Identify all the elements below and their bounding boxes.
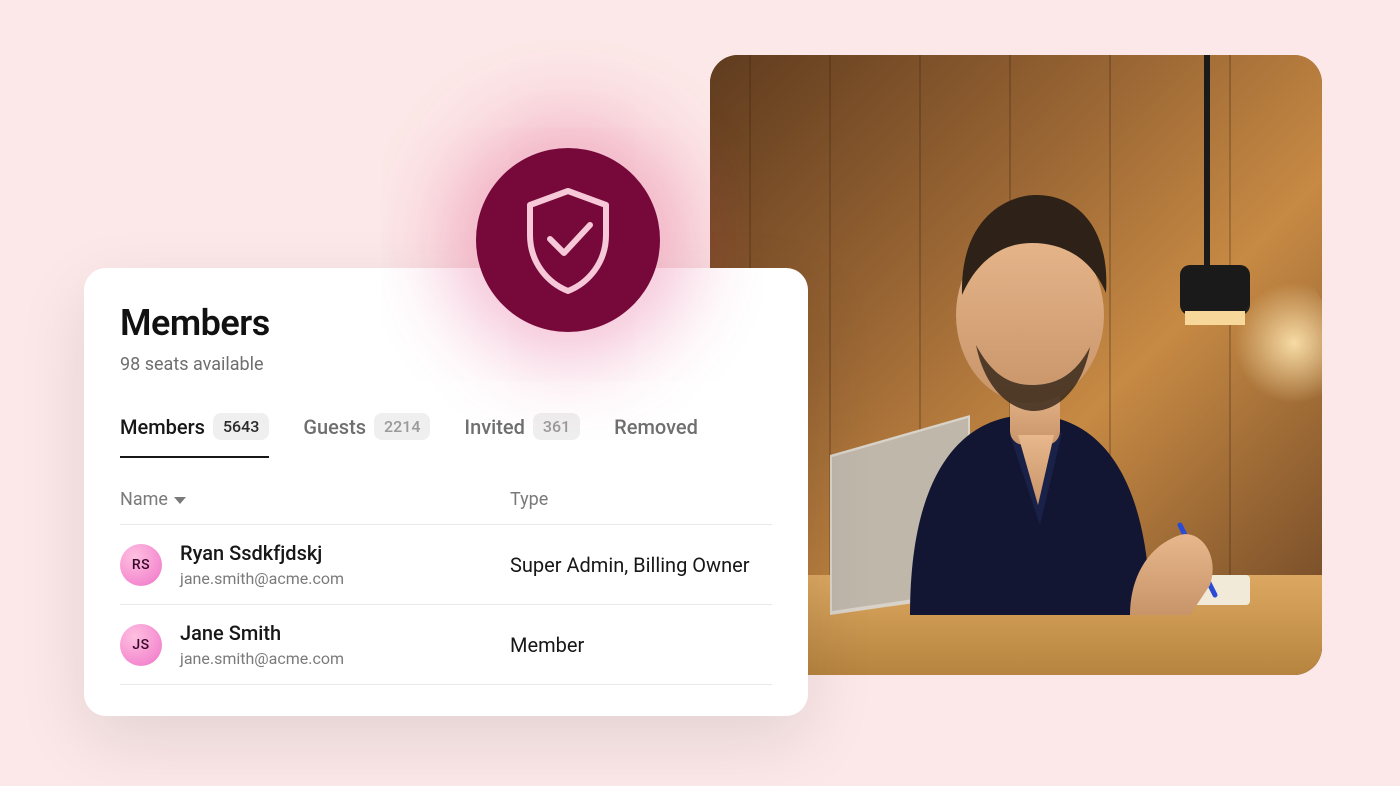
cell-name: RS Ryan Ssdkfjdskj jane.smith@acme.com [120, 541, 510, 588]
column-label: Name [120, 489, 168, 510]
member-name: Ryan Ssdkfjdskj [180, 541, 344, 565]
avatar: RS [120, 544, 162, 586]
column-header-name[interactable]: Name [120, 489, 510, 510]
member-name: Jane Smith [180, 621, 344, 645]
member-email: jane.smith@acme.com [180, 569, 344, 588]
avatar: JS [120, 624, 162, 666]
shield-check-icon [476, 148, 660, 332]
tab-label: Invited [464, 415, 524, 439]
table-row[interactable]: RS Ryan Ssdkfjdskj jane.smith@acme.com S… [120, 525, 772, 605]
tab-label: Removed [614, 415, 698, 439]
column-header-type[interactable]: Type [510, 489, 772, 510]
cell-type: Super Admin, Billing Owner [510, 553, 772, 577]
page-title: Members [120, 302, 772, 344]
tabs: Members 5643 Guests 2214 Invited 361 Rem… [120, 413, 772, 459]
cell-name: JS Jane Smith jane.smith@acme.com [120, 621, 510, 668]
table-header: Name Type [120, 489, 772, 525]
tab-count: 361 [533, 413, 580, 440]
tab-label: Guests [303, 415, 366, 439]
sort-desc-icon [174, 497, 186, 504]
tab-removed[interactable]: Removed [614, 413, 698, 458]
tab-label: Members [120, 415, 205, 439]
tab-invited[interactable]: Invited 361 [464, 413, 580, 458]
members-panel: Members 98 seats available Members 5643 … [84, 268, 808, 716]
member-email: jane.smith@acme.com [180, 649, 344, 668]
cell-type: Member [510, 633, 772, 657]
members-table: Name Type RS Ryan Ssdkfjdskj jane.smith@… [120, 489, 772, 685]
tab-guests[interactable]: Guests 2214 [303, 413, 430, 458]
tab-count: 2214 [374, 413, 430, 440]
tab-members[interactable]: Members 5643 [120, 413, 269, 458]
seats-available: 98 seats available [120, 354, 772, 375]
tab-count: 5643 [213, 413, 269, 440]
column-label: Type [510, 489, 548, 510]
table-row[interactable]: JS Jane Smith jane.smith@acme.com Member [120, 605, 772, 685]
